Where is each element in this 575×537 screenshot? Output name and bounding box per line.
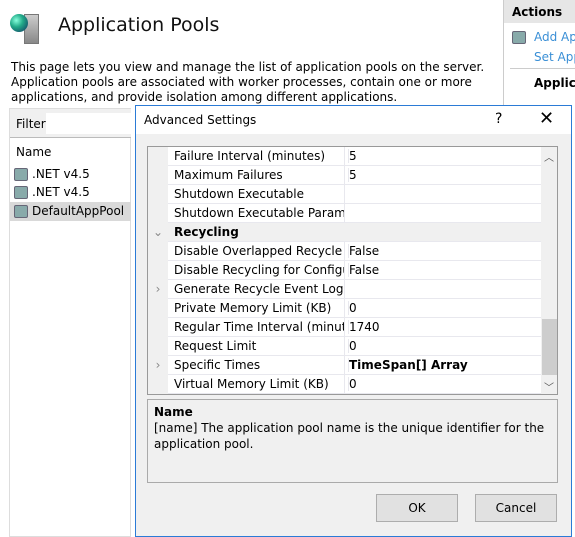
- property-name: Failure Interval (minutes): [174, 149, 326, 163]
- set-defaults-link[interactable]: Set App: [534, 50, 575, 64]
- list-item[interactable]: DefaultAppPool: [10, 202, 131, 221]
- property-row[interactable]: Disable Recycling for Configuration Chan…: [148, 261, 541, 280]
- property-description: Name [name] The application pool name is…: [147, 399, 558, 483]
- property-name: Regular Time Interval (minutes): [174, 320, 344, 334]
- filter-bar: Filter:: [10, 109, 136, 138]
- property-value[interactable]: False: [348, 244, 379, 258]
- expander-icon[interactable]: ›: [148, 280, 168, 299]
- row-gutter: [148, 261, 168, 280]
- row-gutter: [148, 337, 168, 356]
- property-name: Shutdown Executable Parameters: [174, 206, 344, 220]
- property-name: Recycling: [174, 225, 239, 239]
- ok-button[interactable]: OK: [376, 494, 458, 522]
- expander-icon[interactable]: ›: [148, 356, 168, 375]
- property-name: Shutdown Executable: [174, 187, 305, 201]
- advanced-settings-dialog: Advanced Settings ? ✕ Failure Interval (…: [135, 105, 572, 537]
- property-row[interactable]: Maximum Failures 5: [148, 166, 541, 185]
- list-item[interactable]: .NET v4.5 Classic: [10, 183, 131, 218]
- property-row[interactable]: Failure Interval (minutes) 5: [148, 147, 541, 166]
- app-pool-icon: [14, 186, 28, 199]
- property-row[interactable]: Request Limit 0: [148, 337, 541, 356]
- scrollbar[interactable]: ︿ ﹀: [541, 147, 557, 394]
- scroll-down-icon[interactable]: ﹀: [544, 379, 554, 394]
- add-app-pool-link[interactable]: Add Ap: [534, 30, 575, 44]
- property-name: Virtual Memory Limit (KB): [174, 377, 329, 391]
- property-name: Request Limit: [174, 339, 257, 353]
- description-text: [name] The application pool name is the …: [154, 421, 545, 451]
- page-title: Application Pools: [58, 14, 220, 36]
- dialog-titlebar: Advanced Settings ? ✕: [136, 106, 571, 134]
- property-row[interactable]: Shutdown Executable: [148, 185, 541, 204]
- row-gutter: [148, 147, 168, 166]
- help-button[interactable]: ?: [495, 111, 502, 127]
- property-value[interactable]: False: [348, 263, 379, 277]
- row-gutter: [148, 204, 168, 223]
- cancel-button[interactable]: Cancel: [475, 494, 557, 522]
- app-pool-icon: [14, 168, 28, 181]
- description-title: Name: [154, 405, 193, 419]
- property-row[interactable]: Disable Overlapped Recycle False: [148, 242, 541, 261]
- property-name: Private Memory Limit (KB): [174, 301, 332, 315]
- pool-name: DefaultAppPool: [32, 204, 125, 218]
- property-row[interactable]: › Specific Times TimeSpan[] Array: [148, 356, 541, 375]
- property-row[interactable]: › Generate Recycle Event Log Entry: [148, 280, 541, 299]
- row-gutter: [148, 185, 168, 204]
- list-item[interactable]: .NET v4.5: [10, 165, 131, 184]
- property-name: Maximum Failures: [174, 168, 283, 182]
- app-pool-list: Filter: Name .NET v4.5 .NET v4.5 Classic…: [9, 108, 136, 537]
- page-description: This page lets you view and manage the l…: [11, 60, 485, 104]
- row-gutter: [148, 318, 168, 337]
- dialog-title: Advanced Settings: [144, 113, 257, 127]
- property-row[interactable]: Regular Time Interval (minutes) 1740: [148, 318, 541, 337]
- scroll-up-icon[interactable]: ︿: [544, 149, 554, 164]
- property-grid: Failure Interval (minutes) 5 Maximum Fail…: [147, 146, 558, 395]
- property-row[interactable]: Virtual Memory Limit (KB) 0: [148, 375, 541, 394]
- property-value[interactable]: 0: [348, 339, 357, 353]
- property-row[interactable]: Shutdown Executable Parameters: [148, 204, 541, 223]
- property-row[interactable]: Private Memory Limit (KB) 0: [148, 299, 541, 318]
- property-name: Disable Recycling for Configuration Chan…: [174, 263, 344, 277]
- app-pools-icon: [10, 12, 42, 44]
- actions-section-title: Applica: [534, 76, 575, 90]
- filter-input[interactable]: [46, 113, 136, 134]
- row-gutter: [148, 242, 168, 261]
- app-pool-icon: [14, 205, 28, 218]
- add-pool-icon: [512, 31, 526, 44]
- property-name: Disable Overlapped Recycle: [174, 244, 343, 258]
- close-button[interactable]: ✕: [539, 108, 554, 129]
- property-value[interactable]: 5: [348, 149, 357, 163]
- category-row[interactable]: ⌄ Recycling: [148, 223, 541, 242]
- pool-name: .NET v4.5: [32, 167, 90, 181]
- property-name: Generate Recycle Event Log Entry: [174, 282, 344, 296]
- property-name: Specific Times: [174, 358, 261, 372]
- row-gutter: [148, 166, 168, 185]
- property-value[interactable]: 0: [348, 301, 357, 315]
- scrollbar-thumb[interactable]: [542, 319, 557, 375]
- name-column-header[interactable]: Name: [16, 145, 51, 159]
- property-value[interactable]: 5: [348, 168, 357, 182]
- row-gutter: [148, 299, 168, 318]
- expander-icon[interactable]: ⌄: [148, 223, 168, 242]
- row-gutter: [148, 375, 168, 394]
- property-value[interactable]: 0: [348, 377, 357, 391]
- filter-label: Filter:: [16, 117, 50, 131]
- property-value[interactable]: 1740: [348, 320, 380, 334]
- property-value[interactable]: TimeSpan[] Array: [348, 358, 468, 372]
- actions-header: Actions: [504, 0, 575, 23]
